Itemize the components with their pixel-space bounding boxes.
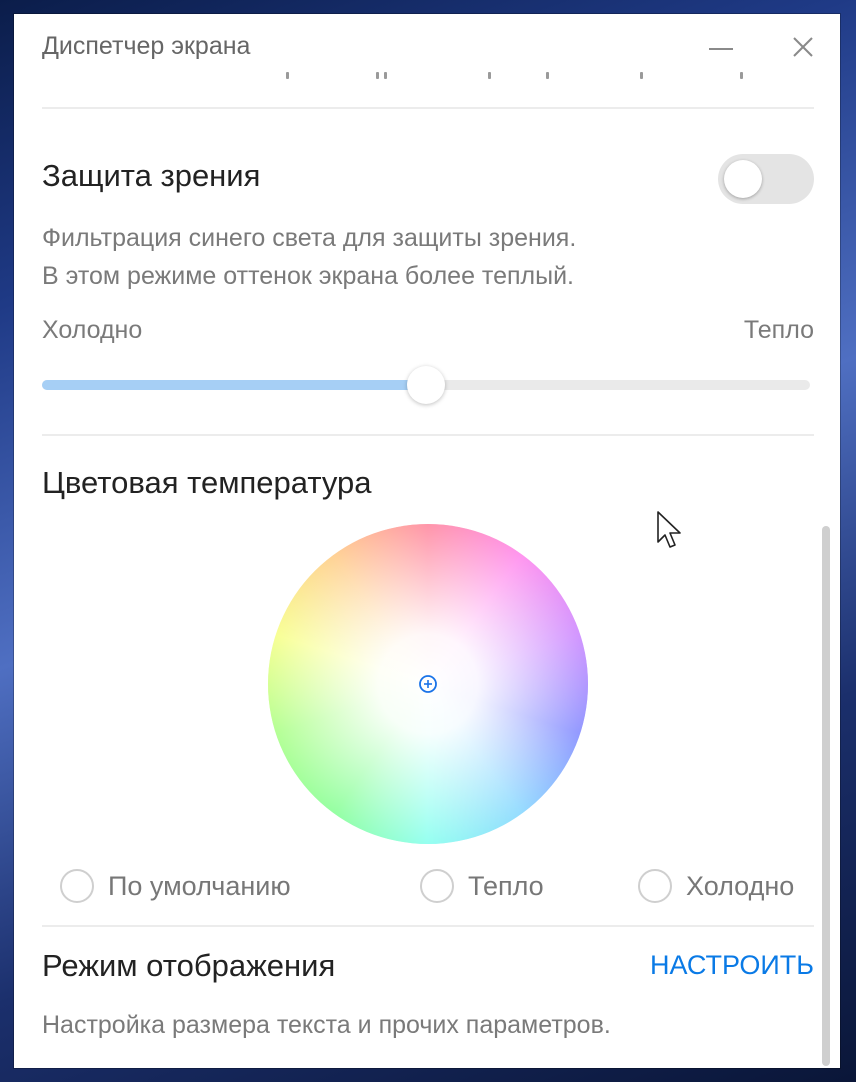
radio-cold[interactable]: Холодно [638,864,794,908]
radio-default[interactable]: По умолчанию [60,864,291,908]
divider [42,925,814,927]
minimize-button[interactable] [704,30,738,64]
crosshair-icon[interactable] [418,674,438,694]
radio-label: По умолчанию [108,870,291,901]
title-bar: Диспетчер экрана [14,14,840,82]
eye-protection-toggle[interactable] [718,154,814,204]
eye-protection-description-line2: В этом режиме оттенок экрана более теплы… [42,262,575,290]
radio-label: Холодно [686,870,795,901]
color-temperature-options: По умолчанию Тепло Холодно [42,864,814,908]
slider-cold-label: Холодно [42,316,143,344]
slider-thumb[interactable] [407,366,445,404]
warmth-slider[interactable] [42,366,810,404]
radio-circle [638,869,672,903]
eye-protection-title: Защита зрения [42,158,261,193]
radio-label: Тепло [468,870,544,901]
scrollbar[interactable] [822,526,830,1066]
eye-protection-description-line1: Фильтрация синего света для защиты зрени… [42,224,577,252]
toggle-knob [724,160,762,198]
display-manager-window: Диспетчер экрана Защита зрения Фильтраци [14,14,840,1068]
display-mode-title: Режим отображения [42,948,336,983]
window-title: Диспетчер экрана [42,32,251,60]
radio-warm[interactable]: Тепло [420,864,544,908]
color-temperature-title: Цветовая температура [42,465,372,500]
scrolled-content-remnant [284,72,764,82]
divider [42,107,814,109]
close-button[interactable] [786,30,820,64]
slider-fill [42,380,426,390]
mouse-pointer-icon [657,511,681,548]
radio-circle [420,869,454,903]
minimize-icon [709,48,733,50]
display-mode-description: Настройка размера текста и прочих параме… [42,1011,611,1039]
divider [42,434,814,436]
slider-warm-label: Тепло [743,316,814,344]
configure-link[interactable]: НАСТРОИТЬ [574,950,814,981]
color-wheel[interactable] [268,524,588,844]
close-icon [793,37,813,57]
radio-circle [60,869,94,903]
